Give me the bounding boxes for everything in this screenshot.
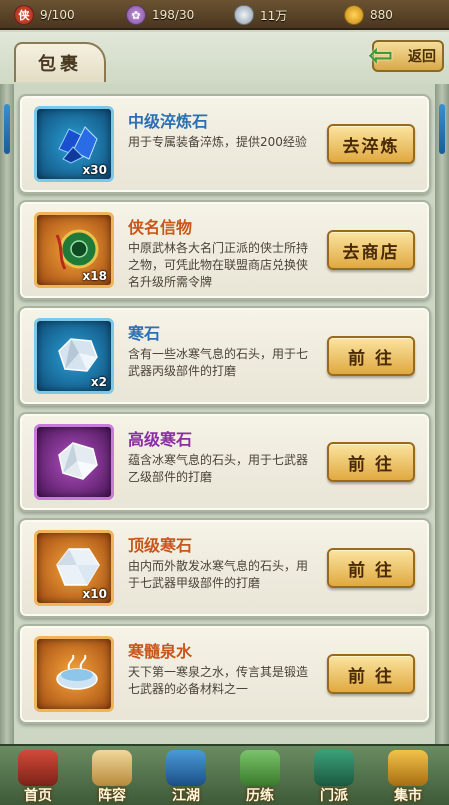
gold-icon [344, 5, 364, 25]
jianghu-icon [166, 750, 206, 786]
item-desc: 蕴含冰寒气息的石头，用于七武器乙级部件的打磨 [128, 453, 309, 484]
go-button[interactable]: 前 往 [327, 654, 415, 694]
item-list[interactable]: x30 中级淬炼石 用于专属装备淬炼，提供200经验 去淬炼 x18 侠名信物 … [0, 84, 449, 744]
advanced-ice-stone-icon [58, 442, 98, 480]
energy-icon: ✿ [126, 5, 146, 25]
gold-value: 880 [370, 8, 393, 22]
item-thumb[interactable]: x2 [34, 318, 114, 394]
item-count: x18 [82, 269, 107, 283]
nav-label: 江湖 [172, 788, 200, 804]
nav-sect[interactable]: 门派 [302, 746, 366, 805]
go-button[interactable]: 前 往 [327, 336, 415, 376]
nav-label: 集市 [394, 788, 422, 804]
item-desc: 含有一些冰寒气息的石头，用于七武器丙级部件的打磨 [128, 347, 309, 378]
item-thumb[interactable] [34, 424, 114, 500]
lineup-icon [92, 750, 132, 786]
go-button[interactable]: 前 往 [327, 442, 415, 482]
bottom-nav: 首页 阵容 江湖 历练 门派 集市 [0, 744, 449, 805]
back-arrow-icon: ⇦ [368, 38, 394, 73]
go-refine-button[interactable]: 去淬炼 [327, 124, 415, 164]
silver-icon [234, 5, 254, 25]
nav-training[interactable]: 历练 [228, 746, 292, 805]
silver-resource[interactable]: 11万 [234, 4, 287, 26]
nav-home[interactable]: 首页 [6, 746, 70, 805]
item-card: 寒髓泉水 天下第一寒泉之水，传言其是锻造七武器的必备材料之一 前 往 [18, 624, 431, 724]
item-name: 中级淬炼石 [128, 112, 209, 131]
right-rail [435, 84, 449, 744]
item-card: x10 顶级寒石 由内而外散发冰寒气息的石头，用于七武器甲级部件的打磨 前 往 [18, 518, 431, 618]
nav-label: 门派 [320, 788, 348, 804]
item-name: 寒髓泉水 [128, 642, 193, 661]
item-card: x18 侠名信物 中原武林各大名门正派的侠士所持之物，可凭此物在联盟商店兑换侠名… [18, 200, 431, 300]
home-icon [18, 750, 58, 786]
item-name: 侠名信物 [128, 218, 193, 237]
nav-lineup[interactable]: 阵容 [80, 746, 144, 805]
item-desc: 用于专属装备淬炼，提供200经验 [128, 135, 307, 149]
item-count: x2 [90, 375, 107, 389]
item-card: x2 寒石 含有一些冰寒气息的石头，用于七武器丙级部件的打磨 前 往 [18, 306, 431, 406]
item-thumb[interactable]: x30 [34, 106, 114, 182]
item-desc: 由内而外散发冰寒气息的石头，用于七武器甲级部件的打磨 [128, 559, 309, 590]
top-ice-stone-icon [56, 548, 100, 586]
stamina-value: 9/100 [40, 8, 75, 22]
training-icon [240, 750, 280, 786]
energy-resource[interactable]: ✿ 198/30 [126, 4, 194, 26]
gold-resource[interactable]: 880 [344, 4, 393, 26]
item-count: x10 [82, 587, 107, 601]
item-thumb[interactable]: x10 [34, 530, 114, 606]
energy-value: 198/30 [152, 8, 195, 22]
item-name: 高级寒石 [128, 430, 193, 449]
item-name: 寒石 [128, 324, 161, 343]
back-button[interactable]: ⇦ 返回 [368, 40, 444, 72]
tassel-ornament [439, 104, 445, 154]
nav-jianghu[interactable]: 江湖 [154, 746, 218, 805]
silver-value: 11万 [260, 8, 288, 23]
item-desc: 天下第一寒泉之水，传言其是锻造七武器的必备材料之一 [128, 665, 309, 696]
nav-label: 阵容 [98, 788, 126, 804]
sect-icon [314, 750, 354, 786]
go-button[interactable]: 前 往 [327, 548, 415, 588]
item-thumb[interactable]: x18 [34, 212, 114, 288]
item-name: 顶级寒石 [128, 536, 193, 555]
ice-spring-water-icon [56, 654, 98, 690]
left-rail [0, 84, 14, 744]
ice-stone-icon [58, 338, 98, 372]
item-count: x30 [82, 163, 107, 177]
resource-bar: 侠 9/100 ✿ 198/30 11万 880 [0, 0, 449, 30]
item-card: 高级寒石 蕴含冰寒气息的石头，用于七武器乙级部件的打磨 前 往 [18, 412, 431, 512]
item-desc: 中原武林各大名门正派的侠士所持之物，可凭此物在联盟商店兑换侠名升级所需令牌 [128, 241, 309, 289]
nav-market[interactable]: 集市 [376, 746, 440, 805]
nav-label: 首页 [24, 788, 52, 804]
tassel-ornament [4, 104, 10, 154]
back-label: 返回 [408, 49, 436, 65]
market-icon [388, 750, 428, 786]
go-shop-button[interactable]: 去商店 [327, 230, 415, 270]
blue-crystal-icon [58, 126, 98, 164]
tab-bag[interactable]: 包裹 [14, 42, 106, 82]
item-thumb[interactable] [34, 636, 114, 712]
jade-token-icon [55, 229, 99, 270]
page-header: 包裹 ⇦ 返回 [0, 32, 449, 84]
item-card: x30 中级淬炼石 用于专属装备淬炼，提供200经验 去淬炼 [18, 94, 431, 194]
stamina-resource[interactable]: 侠 9/100 [14, 4, 75, 26]
nav-label: 历练 [246, 788, 274, 804]
stamina-icon: 侠 [14, 5, 34, 25]
